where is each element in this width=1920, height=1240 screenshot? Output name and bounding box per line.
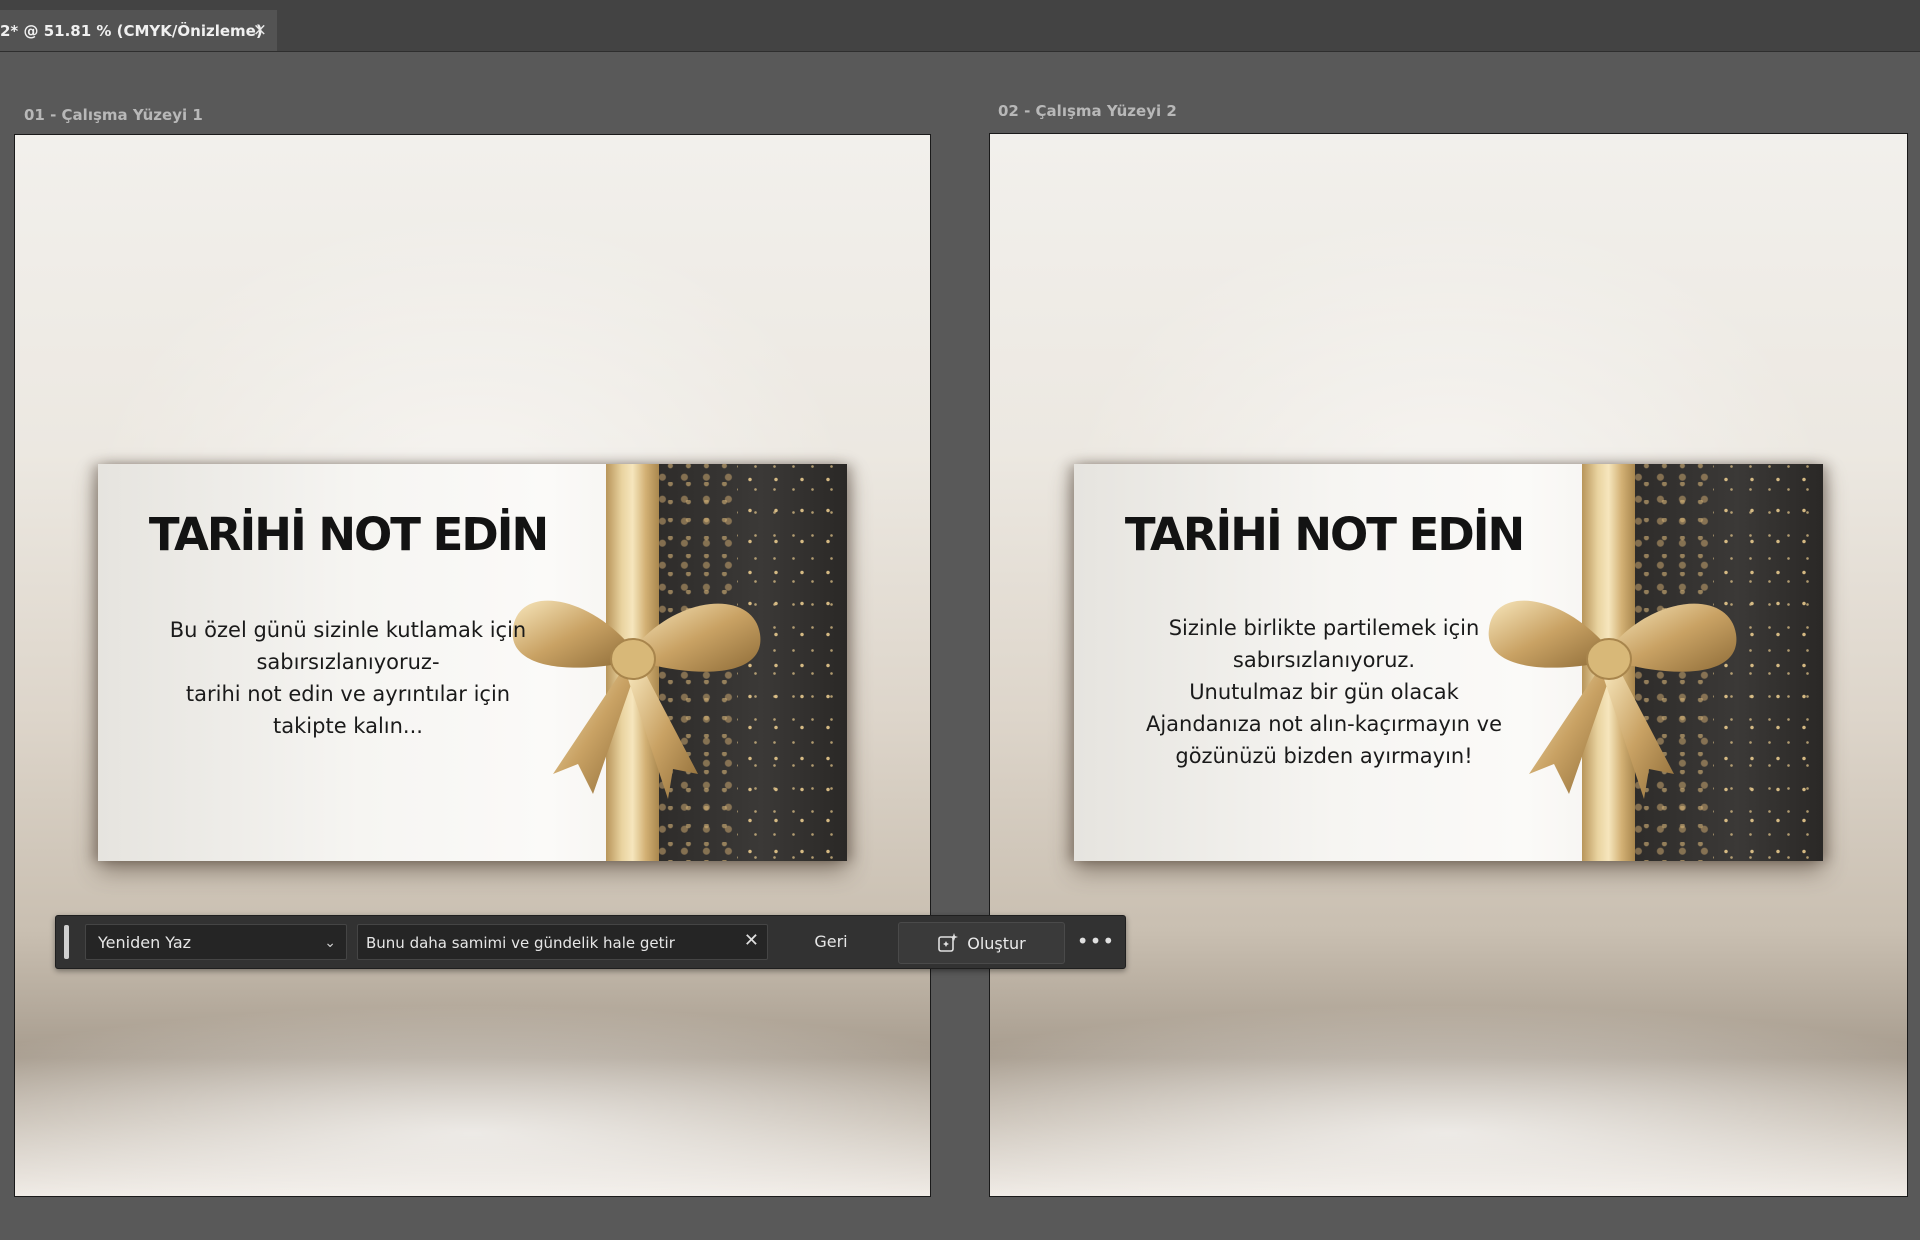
document-tab-bar: 2* @ 51.81 % (CMYK/Önizleme) × [0,0,1920,52]
generate-button[interactable]: Oluştur [898,922,1065,964]
card-body-text[interactable]: Bu özel günü sizinle kutlamak için sabır… [98,614,598,742]
sparkle-generate-icon [938,933,959,952]
close-icon[interactable]: ✕ [744,930,759,951]
artboard-2[interactable]: TARİHİ NOT EDİN Sizinle birlikte partile… [989,133,1908,1197]
chevron-down-icon: ⌄ [324,935,336,951]
generate-button-label: Oluştur [967,933,1026,953]
prompt-field[interactable]: ✕ [357,924,768,961]
prompt-input[interactable] [358,925,738,961]
mode-select-value: Yeniden Yaz [98,933,192,952]
document-tab[interactable]: 2* @ 51.81 % (CMYK/Önizleme) × [0,10,277,51]
document-tab-title: 2* @ 51.81 % (CMYK/Önizleme) [0,21,263,40]
close-icon[interactable]: × [253,20,267,40]
invitation-card-1[interactable]: TARİHİ NOT EDİN Bu özel günü sizinle kut… [98,464,847,861]
contextual-task-bar: Yeniden Yaz ⌄ ✕ Geri Oluştur ••• [55,915,1126,969]
card-title[interactable]: TARİHİ NOT EDİN [1074,508,1574,561]
card-body-text[interactable]: Sizinle birlikte partilemek için sabırsı… [1074,612,1574,772]
artboard-label-1[interactable]: 01 - Çalışma Yüzeyi 1 [24,106,203,124]
more-options-icon[interactable]: ••• [1076,924,1116,960]
back-button[interactable]: Geri [801,924,861,960]
artboard-1[interactable]: TARİHİ NOT EDİN Bu özel günü sizinle kut… [14,134,931,1197]
card-title[interactable]: TARİHİ NOT EDİN [98,508,598,561]
mode-select[interactable]: Yeniden Yaz ⌄ [85,924,347,960]
invitation-card-2[interactable]: TARİHİ NOT EDİN Sizinle birlikte partile… [1074,464,1823,861]
artboard-label-2[interactable]: 02 - Çalışma Yüzeyi 2 [998,102,1177,120]
drag-handle[interactable] [64,925,69,959]
